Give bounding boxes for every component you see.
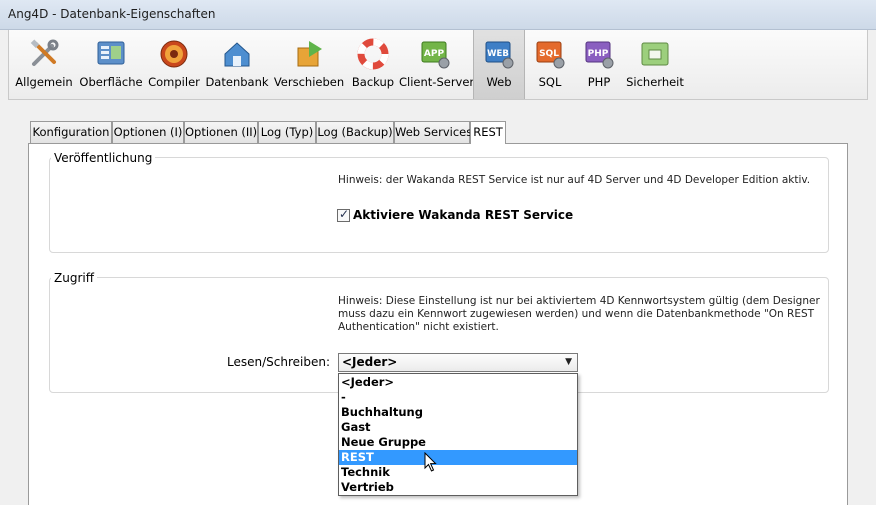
toolbar-label: Datenbank — [205, 75, 269, 89]
dropdown-option-buchhaltung[interactable]: Buchhaltung — [339, 405, 577, 420]
compiler-icon — [160, 40, 188, 68]
publish-hint: Hinweis: der Wakanda REST Service ist nu… — [338, 174, 811, 186]
database-icon — [224, 42, 250, 67]
tab-web-services[interactable]: Web Services — [394, 121, 472, 143]
tab-konfiguration[interactable]: Konfiguration — [30, 121, 112, 143]
interface-icon — [97, 41, 125, 65]
toolbar-label: Backup — [351, 75, 395, 89]
move-icon — [297, 41, 322, 67]
toolbar-label: SQL — [538, 75, 562, 89]
toolbar-button-compiler[interactable]: Compiler — [145, 30, 203, 99]
dropdown-option-neue-gruppe[interactable]: Neue Gruppe — [339, 435, 577, 450]
app-badge-text: APP — [424, 49, 445, 59]
app-icon: APP — [421, 41, 450, 69]
tab-optionen-1[interactable]: Optionen (I) — [112, 121, 184, 143]
toolbar-button-client-server[interactable]: APP Client-Server — [399, 30, 475, 99]
dropdown-option-vertrieb[interactable]: Vertrieb — [339, 480, 577, 495]
toolbar-button-backup[interactable]: Backup — [349, 30, 397, 99]
publish-group-title: Veröffentlichung — [51, 151, 156, 165]
toolbar-label: Web — [486, 75, 512, 89]
php-badge-text: PHP — [588, 49, 609, 59]
tab-panel-rest: Veröffentlichung Hinweis: der Wakanda RE… — [28, 143, 848, 505]
toolbar-button-oberflaeche[interactable]: Oberfläche — [79, 30, 143, 99]
access-hint-line-3: Authentication" nicht existiert. — [338, 321, 499, 333]
toolbar-button-web[interactable]: WEB Web — [473, 30, 525, 99]
security-icon — [641, 42, 669, 66]
toolbar-button-sicherheit[interactable]: Sicherheit — [625, 30, 685, 99]
dropdown-option-jeder[interactable]: <Jeder> — [339, 375, 577, 390]
lifebuoy-icon — [357, 38, 389, 70]
access-hint-line-2: muss dazu ein Kennwort zugewiesen werden… — [338, 308, 815, 320]
php-icon: PHP — [585, 41, 614, 69]
toolbar-label: Verschieben — [273, 75, 345, 89]
read-write-label: Lesen/Schreiben: — [227, 355, 330, 369]
tools-icon — [30, 39, 59, 66]
tab-rest[interactable]: REST — [470, 121, 506, 144]
window-title: Ang4D - Datenbank-Eigenschaften — [8, 7, 216, 21]
toolbar: Allgemein Oberfläche Compiler Datenbank — [8, 30, 868, 100]
access-hint-line-1: Hinweis: Diese Einstellung ist nur bei a… — [338, 295, 820, 307]
sql-icon: SQL — [536, 41, 565, 69]
dropdown-option-separator: - — [341, 390, 346, 404]
mouse-cursor-icon — [424, 452, 437, 472]
tab-log-backup[interactable]: Log (Backup) — [316, 121, 394, 143]
rest-service-checkbox-label[interactable]: Aktiviere Wakanda REST Service — [353, 208, 573, 222]
dropdown-option-gast[interactable]: Gast — [339, 420, 577, 435]
dropdown-option-rest[interactable]: REST — [339, 450, 577, 465]
chevron-down-icon: ▼ — [565, 357, 572, 367]
read-write-select-value: <Jeder> — [342, 355, 398, 369]
toolbar-button-verschieben[interactable]: Verschieben — [271, 30, 347, 99]
toolbar-label: Oberfläche — [79, 75, 143, 89]
read-write-select[interactable]: <Jeder> ▼ — [338, 353, 578, 372]
toolbar-button-datenbank[interactable]: Datenbank — [205, 30, 269, 99]
publish-group — [49, 157, 829, 253]
web-icon: WEB — [485, 41, 514, 69]
dropdown-option-technik[interactable]: Technik — [339, 465, 577, 480]
toolbar-label: Compiler — [148, 75, 200, 89]
window-titlebar[interactable]: Ang4D - Datenbank-Eigenschaften — [0, 0, 876, 30]
web-badge-text: WEB — [487, 49, 509, 59]
toolbar-label: PHP — [587, 75, 611, 89]
tab-log-typ[interactable]: Log (Typ) — [258, 121, 316, 143]
rest-service-checkbox[interactable] — [337, 207, 350, 222]
toolbar-label: Client-Server — [399, 75, 475, 89]
toolbar-button-allgemein[interactable]: Allgemein — [11, 30, 77, 99]
toolbar-button-sql[interactable]: SQL SQL — [527, 30, 573, 99]
toolbar-label: Allgemein — [15, 75, 73, 89]
toolbar-label: Sicherheit — [626, 75, 684, 89]
tab-optionen-2[interactable]: Optionen (II) — [184, 121, 258, 143]
read-write-dropdown[interactable]: <Jeder> - Buchhaltung Gast Neue Gruppe R… — [338, 373, 578, 496]
toolbar-button-php[interactable]: PHP PHP — [575, 30, 623, 99]
access-group-title: Zugriff — [51, 271, 97, 285]
sql-badge-text: SQL — [539, 49, 559, 59]
